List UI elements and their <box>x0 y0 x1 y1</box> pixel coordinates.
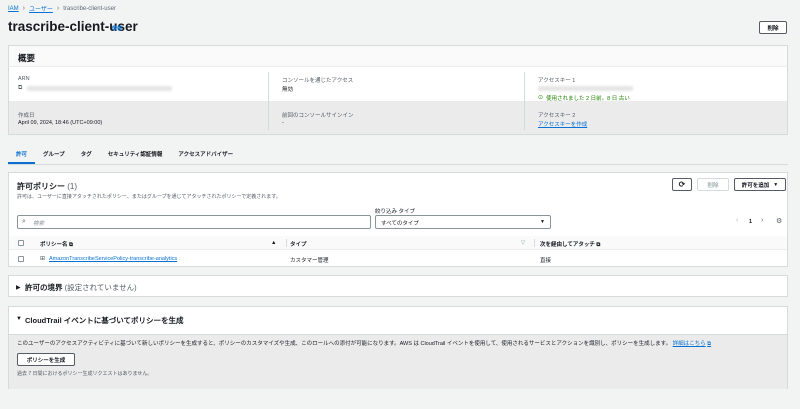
page-number[interactable]: 1 <box>749 219 752 225</box>
summary-title: 概要 <box>18 53 36 63</box>
info-link[interactable]: 情報 <box>112 25 122 32</box>
permission-policies-panel: 許可ポリシー (1) 許可は、ユーザーに直接アタッチされたポリシー、またはグルー… <box>8 172 788 267</box>
table-row[interactable]: ⊞ AmazonTranscribeServicePolicy-transcri… <box>9 252 787 266</box>
search-input[interactable]: ⌕ 検索 <box>17 215 371 229</box>
policy-type: カスタマー管理 <box>290 258 329 264</box>
access-key-1-redacted <box>538 86 633 91</box>
policies-title-text: 許可ポリシー <box>17 182 65 191</box>
boundary-title-text: 許可の境界 <box>25 283 63 292</box>
chevron-right-icon: › <box>56 5 60 12</box>
refresh-button[interactable]: ⟳ <box>672 178 692 191</box>
created-label: 作成日 <box>18 113 35 119</box>
cloudtrail-description-text: このユーザーのアクセスアクティビティに基づいて新しいポリシーを生成すると、ポリシ… <box>17 341 672 347</box>
filter-type-label: 絞り込み タイプ <box>375 209 416 215</box>
last-signin-label: 前回のコンソールサインイン <box>282 113 354 119</box>
created-value: April 09, 2024, 18:46 (UTC+09:00) <box>18 120 103 126</box>
column-attached-via-label: 次を経由してアタッチ <box>540 242 595 248</box>
column-policy-name-label: ポリシー名 <box>40 242 68 248</box>
divider <box>524 72 525 130</box>
breadcrumb-iam[interactable]: IAM <box>8 6 19 12</box>
policy-attached-via: 直接 <box>540 258 552 264</box>
expand-icon[interactable]: ⊞ <box>40 255 45 262</box>
permissions-boundary-panel[interactable]: ▶ 許可の境界 (設定されていません) <box>8 275 788 297</box>
tab-access-advisor[interactable]: アクセスアドバイザー <box>170 147 241 164</box>
tab-permissions[interactable]: 許可 <box>8 147 36 164</box>
breadcrumb-users[interactable]: ユーザー <box>29 4 53 13</box>
create-access-key-link[interactable]: アクセスキーを作成 <box>538 120 587 128</box>
generate-policy-button[interactable]: ポリシーを生成 <box>17 353 75 366</box>
column-policy-name[interactable]: ポリシー名 ⧉ <box>40 240 73 249</box>
cloudtrail-note: 過去 7 日間におけるポリシー生成リクエストはありません。 <box>17 371 153 377</box>
sort-icon[interactable]: ▽ <box>521 240 525 246</box>
search-icon: ⌕ <box>22 218 26 225</box>
sort-asc-icon[interactable]: ▲ <box>271 240 276 246</box>
boundary-title[interactable]: 許可の境界 (設定されていません) <box>25 282 137 293</box>
console-access-label: コンソールを通じたアクセス <box>282 78 354 84</box>
cloudtrail-description: このユーザーのアクセスアクティビティに基づいて新しいポリシーを生成すると、ポリシ… <box>17 339 711 348</box>
divider <box>286 239 287 247</box>
chevron-right-icon: › <box>22 5 26 12</box>
divider <box>268 72 269 130</box>
select-all-checkbox[interactable] <box>18 240 24 246</box>
tab-groups[interactable]: グループ <box>35 147 73 164</box>
tab-security-credentials[interactable]: セキュリティ認証情報 <box>100 147 171 164</box>
arn-value-redacted <box>27 86 172 91</box>
console-access-value: 無効 <box>282 87 294 93</box>
last-signin-value: - <box>282 120 284 126</box>
summary-header: 概要 <box>8 45 788 67</box>
refresh-icon: ⟳ <box>678 180 686 189</box>
arn-label: ARN <box>18 76 30 82</box>
caret-down-icon: ▼ <box>773 181 779 188</box>
filter-type-select[interactable]: すべてのタイプ ▼ <box>375 215 551 229</box>
filter-type-value: すべてのタイプ <box>381 221 419 227</box>
learn-more-link[interactable]: 詳細はこちら <box>673 341 706 347</box>
search-placeholder: 検索 <box>33 221 45 227</box>
summary-row-1: ARN ⧉ コンソールを通じたアクセス 無効 アクセスキー 1 ⊙ 使用されまし… <box>8 67 788 102</box>
breadcrumb: IAM › ユーザー › trascribe-client-user <box>8 4 116 13</box>
breadcrumb-current: trascribe-client-user <box>63 5 116 12</box>
external-link-icon: ⧉ <box>596 242 601 248</box>
add-permissions-label: 許可を追加 <box>741 182 770 189</box>
external-link-icon[interactable]: ⧉ <box>707 341 711 347</box>
row-checkbox[interactable] <box>18 256 24 262</box>
divider <box>534 239 535 247</box>
delete-user-button[interactable]: 削除 <box>759 21 787 34</box>
copy-icon[interactable]: ⧉ <box>18 85 22 92</box>
summary-row-2: 作成日 April 09, 2024, 18:46 (UTC+09:00) 前回… <box>8 101 788 135</box>
tab-bar: 許可 グループ タグ セキュリティ認証情報 アクセスアドバイザー <box>8 147 788 165</box>
remove-policy-button[interactable]: 削除 <box>697 178 729 191</box>
caret-down-icon[interactable]: ▼ <box>16 316 22 322</box>
policies-count: (1) <box>67 182 78 191</box>
column-attached-via[interactable]: 次を経由してアタッチ ⧉ <box>540 240 600 249</box>
prev-page-icon[interactable]: ‹ <box>736 217 738 224</box>
external-link-icon: ⧉ <box>69 242 73 248</box>
cloudtrail-title[interactable]: CloudTrail イベントに基づいてポリシーを生成 <box>25 315 184 326</box>
policies-description: 許可は、ユーザーに直接アタッチされたポリシー、またはグループを通じてアタッチされ… <box>17 194 281 200</box>
check-circle-icon: ⊙ <box>538 95 544 101</box>
gear-icon[interactable]: ⚙ <box>776 217 782 225</box>
caret-right-icon: ▶ <box>16 285 21 291</box>
policy-name-link[interactable]: AmazonTranscribeServicePolicy-transcribe… <box>49 256 177 262</box>
next-page-icon[interactable]: › <box>761 217 763 224</box>
tab-tags[interactable]: タグ <box>73 147 100 164</box>
access-key-2-label: アクセスキー 2 <box>538 113 576 119</box>
add-permissions-button[interactable]: 許可を追加 ▼ <box>734 178 786 191</box>
cloudtrail-policy-panel: ▼ CloudTrail イベントに基づいてポリシーを生成 このユーザーのアクセ… <box>8 306 788 389</box>
access-key-1-label: アクセスキー 1 <box>538 78 576 84</box>
boundary-subtitle: (設定されていません) <box>64 283 137 292</box>
column-type[interactable]: タイプ <box>290 240 307 248</box>
caret-down-icon: ▼ <box>540 219 545 225</box>
table-header: ポリシー名 ⧉ ▲ タイプ ▽ 次を経由してアタッチ ⧉ <box>9 236 787 250</box>
policies-title: 許可ポリシー (1) <box>17 181 77 192</box>
